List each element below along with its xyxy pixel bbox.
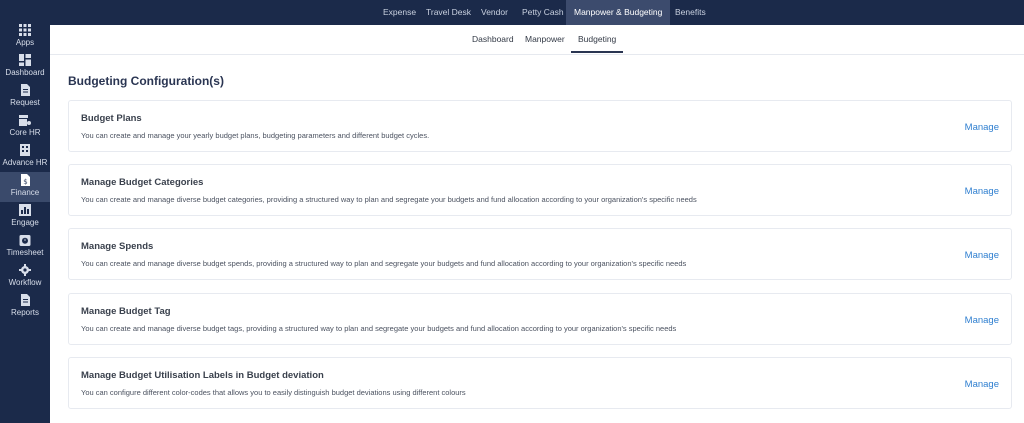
topnav-travel-desk[interactable]: Travel Desk (426, 0, 471, 25)
timesheet-icon (19, 235, 31, 246)
card-title: Budget Plans (81, 113, 142, 124)
manage-spends-link[interactable]: Manage (965, 250, 999, 261)
card-manage-spends: Manage Spends You can create and manage … (68, 228, 1012, 280)
sidebar-item-dashboard[interactable]: Dashboard (0, 52, 50, 82)
sidebar-item-request[interactable]: Request (0, 82, 50, 112)
tab-budgeting[interactable]: Budgeting (578, 34, 616, 44)
tab-manpower[interactable]: Manpower (525, 34, 565, 44)
sidebar-item-label: Finance (10, 188, 40, 197)
manage-budget-tag-link[interactable]: Manage (965, 315, 999, 326)
sidebar-item-label: Apps (15, 38, 35, 47)
card-manage-budget-categories: Manage Budget Categories You can create … (68, 164, 1012, 216)
request-document-icon (21, 84, 30, 96)
sidebar-item-label: Core HR (9, 128, 41, 137)
manage-budget-plans-link[interactable]: Manage (965, 122, 999, 133)
dashboard-icon (19, 54, 31, 66)
top-navigation-bar: Expense Travel Desk Vendor Petty Cash Ma… (50, 0, 1024, 25)
card-title: Manage Budget Utilisation Labels in Budg… (81, 370, 324, 381)
topnav-expense[interactable]: Expense (383, 0, 416, 25)
manage-budget-categories-link[interactable]: Manage (965, 186, 999, 197)
sidebar-item-workflow[interactable]: Workflow (0, 262, 50, 292)
advance-hr-building-icon (20, 144, 30, 156)
manage-budget-utilisation-labels-link[interactable]: Manage (965, 379, 999, 390)
sidebar-item-apps[interactable]: Apps (0, 22, 50, 52)
card-description: You can create and manage your yearly bu… (81, 131, 430, 140)
workflow-gear-icon (19, 264, 31, 276)
sidebar-item-timesheet[interactable]: Timesheet (0, 232, 50, 262)
sidebar-item-finance[interactable]: $ Finance (0, 172, 50, 202)
card-description: You can create and manage diverse budget… (81, 324, 677, 333)
card-title: Manage Budget Categories (81, 177, 204, 188)
sidebar-item-label: Request (10, 98, 40, 107)
card-description: You can create and manage diverse budget… (81, 259, 687, 268)
sidebar-item-label: Advance HR (2, 158, 48, 167)
sidebar-item-label: Dashboard (5, 68, 45, 77)
card-title: Manage Budget Tag (81, 306, 171, 317)
core-hr-icon (19, 115, 31, 126)
active-tab-indicator (571, 51, 623, 53)
card-budget-plans: Budget Plans You can create and manage y… (68, 100, 1012, 152)
topnav-vendor[interactable]: Vendor (481, 0, 508, 25)
sidebar-item-label: Engage (11, 218, 39, 227)
topnav-benefits[interactable]: Benefits (675, 0, 706, 25)
topnav-petty-cash[interactable]: Petty Cash (522, 0, 564, 25)
card-manage-budget-utilisation-labels: Manage Budget Utilisation Labels in Budg… (68, 357, 1012, 409)
sub-tabs-bar: Dashboard Manpower Budgeting (50, 25, 1024, 55)
sidebar-item-advance-hr[interactable]: Advance HR (0, 142, 50, 172)
sidebar-item-engage[interactable]: Engage (0, 202, 50, 232)
topnav-manpower-budgeting[interactable]: Manpower & Budgeting (566, 0, 671, 25)
sidebar-item-label: Workflow (8, 278, 42, 287)
sidebar-item-label: Timesheet (6, 248, 44, 257)
engage-chart-icon (19, 204, 31, 216)
card-title: Manage Spends (81, 241, 154, 252)
sidebar-item-reports[interactable]: Reports (0, 292, 50, 322)
tab-dashboard[interactable]: Dashboard (472, 34, 514, 44)
card-description: You can create and manage diverse budget… (81, 195, 697, 204)
page-title: Budgeting Configuration(s) (68, 74, 224, 88)
card-manage-budget-tag: Manage Budget Tag You can create and man… (68, 293, 1012, 345)
sidebar-item-core-hr[interactable]: Core HR (0, 112, 50, 142)
svg-text:$: $ (23, 178, 27, 186)
apps-grid-icon (19, 24, 31, 36)
sidebar-item-label: Reports (10, 308, 39, 317)
finance-dollar-icon: $ (21, 174, 30, 186)
left-sidebar: Apps Dashboard Request Core HR Advance H… (0, 0, 50, 423)
reports-icon (21, 294, 30, 306)
card-description: You can configure different color-codes … (81, 388, 466, 397)
